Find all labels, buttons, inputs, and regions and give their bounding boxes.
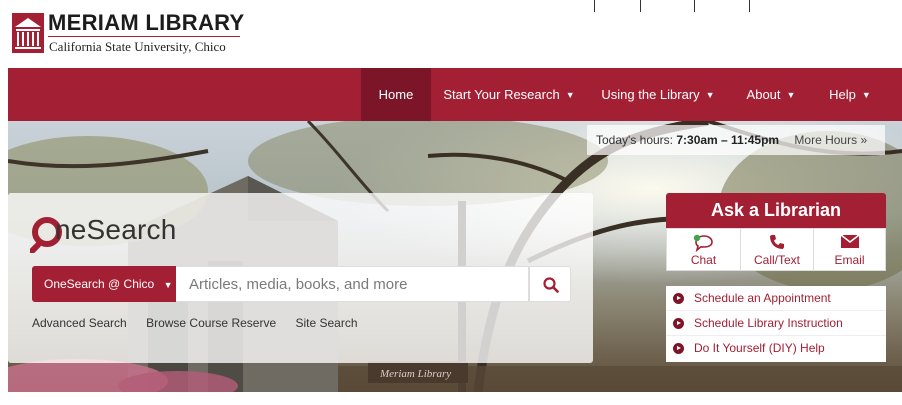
browse-course-reserve-link[interactable]: Browse Course Reserve — [146, 316, 276, 330]
nav-help[interactable]: Help ▼ — [820, 68, 880, 121]
hours-prefix: Today's hours: — [596, 133, 673, 147]
caret-down-icon: ▼ — [705, 90, 715, 101]
advanced-search-link[interactable]: Advanced Search — [32, 316, 127, 330]
page-bottom-edge — [0, 392, 902, 405]
search-panel: neSearch OneSearch @ Chico ▼ Advanced Se… — [8, 193, 593, 363]
contact-channels: Chat Call/Text Email — [666, 228, 886, 271]
main-nav: Home Start Your Research ▼ Using the Libr… — [8, 68, 902, 121]
arrow-circle-icon — [673, 343, 684, 354]
caret-down-icon: ▼ — [786, 90, 796, 101]
library-building-icon — [12, 13, 44, 53]
caret-down-icon: ▼ — [163, 279, 173, 290]
search-button[interactable] — [529, 266, 571, 302]
chat-icon — [693, 234, 713, 252]
hours-value: 7:30am – 11:45pm — [676, 133, 780, 147]
nav-label: Using the Library — [601, 87, 700, 102]
link-label: Schedule an Appointment — [694, 291, 831, 305]
librarian-help-links: Schedule an Appointment Schedule Library… — [666, 286, 886, 362]
search-scope-dropdown[interactable]: OneSearch @ Chico ▼ — [32, 266, 176, 302]
ask-a-librarian-widget: Ask a Librarian Chat Call/Text Email Sch… — [666, 193, 886, 362]
ask-a-librarian-title: Ask a Librarian — [666, 193, 886, 228]
library-title: MERIAM LIBRARY — [48, 10, 245, 35]
search-scope-label: OneSearch @ Chico — [44, 277, 155, 291]
nav-label: Help — [829, 87, 856, 102]
library-logo[interactable]: MERIAM LIBRARY California State Universi… — [12, 9, 245, 59]
schedule-instruction-link[interactable]: Schedule Library Instruction — [666, 311, 886, 336]
logo-divider — [48, 36, 240, 37]
nav-home[interactable]: Home — [361, 68, 431, 121]
arrow-circle-icon — [673, 318, 684, 329]
link-label: Schedule Library Instruction — [694, 316, 843, 330]
site-search-link[interactable]: Site Search — [295, 316, 357, 330]
envelope-icon — [840, 234, 859, 248]
nav-label: Home — [378, 87, 414, 102]
chat-button[interactable]: Chat — [667, 229, 740, 270]
search-input[interactable] — [176, 266, 529, 302]
nav-about[interactable]: About ▼ — [735, 68, 807, 121]
caret-down-icon: ▼ — [565, 90, 575, 101]
email-label: Email — [834, 253, 865, 267]
search-links: Advanced Search Browse Course Reserve Si… — [32, 316, 374, 330]
hours-bar: Today's hours: 7:30am – 11:45pm More Hou… — [587, 125, 885, 155]
link-label: Do It Yourself (DIY) Help — [694, 341, 825, 355]
nav-label: About — [746, 87, 781, 102]
chat-label: Chat — [690, 253, 717, 267]
email-button[interactable]: Email — [813, 229, 885, 270]
call-text-label: Call/Text — [753, 253, 800, 267]
search-bar: OneSearch @ Chico ▼ — [32, 266, 571, 302]
nav-label: Start Your Research — [443, 87, 560, 102]
phone-icon — [770, 235, 784, 249]
nav-using-the-library[interactable]: Using the Library ▼ — [594, 68, 722, 121]
hero-sign-text: Meriam Library — [379, 368, 451, 380]
arrow-circle-icon — [673, 293, 684, 304]
diy-help-link[interactable]: Do It Yourself (DIY) Help — [666, 336, 886, 361]
schedule-appointment-link[interactable]: Schedule an Appointment — [666, 286, 886, 311]
caret-down-icon: ▼ — [861, 90, 871, 101]
nav-start-your-research[interactable]: Start Your Research ▼ — [439, 68, 579, 121]
onesearch-brand: neSearch — [55, 214, 177, 245]
search-icon — [543, 277, 559, 293]
university-name: California State University, Chico — [49, 39, 226, 54]
more-hours-link[interactable]: More Hours » — [794, 133, 867, 147]
site-header: MERIAM LIBRARY California State Universi… — [0, 0, 902, 68]
call-text-button[interactable]: Call/Text — [740, 229, 813, 270]
